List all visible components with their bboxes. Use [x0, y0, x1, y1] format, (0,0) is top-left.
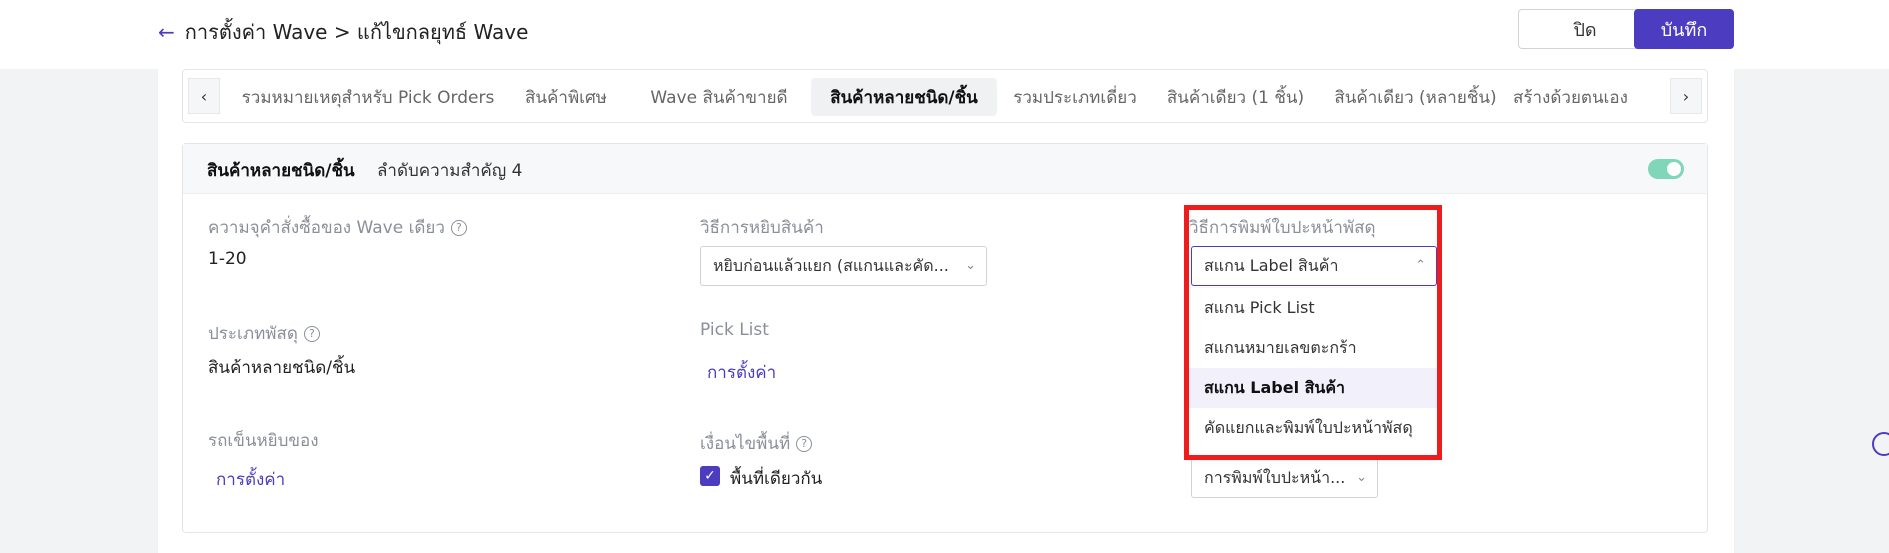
help-icon[interactable]: ? — [796, 435, 813, 452]
cart-label: รถเข็นหยิบของ — [208, 431, 319, 451]
capacity-value: 1-20 — [208, 249, 247, 269]
chevron-down-icon: ⌄ — [1356, 470, 1367, 485]
tab-single-type[interactable]: รวมประเภทเดี่ยว — [1005, 78, 1145, 116]
option-scan-basket[interactable]: สแกนหมายเลขตะกร้า — [1189, 328, 1437, 368]
chevron-left-icon[interactable]: ‹ — [188, 78, 220, 114]
print-method-select[interactable]: สแกน Label สินค้า ⌃ — [1191, 246, 1437, 286]
enable-toggle[interactable] — [1648, 159, 1684, 179]
parcel-type-value: สินค้าหลายชนิด/ชิ้น — [208, 358, 356, 378]
same-area-checkbox[interactable]: ✓ — [700, 466, 720, 486]
strategy-card: สินค้าหลายชนิด/ชิ้น ลำดับความสำคัญ 4 — [182, 143, 1708, 533]
option-scan-label[interactable]: สแกน Label สินค้า — [1189, 368, 1437, 408]
help-icon[interactable]: ? — [303, 325, 320, 342]
same-area-label: พื้นที่เดียวกัน — [730, 469, 823, 489]
cart-settings-link[interactable]: การตั้งค่า — [216, 466, 285, 493]
card-header: สินค้าหลายชนิด/ชิ้น ลำดับความสำคัญ 4 — [183, 144, 1707, 194]
tab-single-one[interactable]: สินค้าเดียว (1 ชิ้น) — [1153, 78, 1318, 116]
print-method-dropdown: สแกน Pick List สแกนหมายเลขตะกร้า สแกน La… — [1189, 288, 1437, 456]
page-header: ← การตั้งค่า Wave > แก้ไขกลยุทธ์ Wave ปิ… — [0, 0, 1889, 69]
pick-method-select[interactable]: หยิบก่อนแล้วแยก (สแกนและคัด... ⌄ — [700, 246, 987, 286]
parcel-type-label: ประเภทพัสดุ ? — [208, 320, 320, 347]
print-method-label: วิธีการพิมพ์ใบปะหน้าพัสดุ — [1189, 218, 1376, 238]
pick-list-settings-link[interactable]: การตั้งค่า — [707, 359, 776, 386]
tab-special-items[interactable]: สินค้าพิเศษ — [511, 78, 621, 116]
pick-list-label: Pick List — [700, 320, 769, 340]
tab-pick-order-notes[interactable]: รวมหมายเหตุสำหรับ Pick Orders — [233, 78, 503, 116]
tab-multi-item[interactable]: สินค้าหลายชนิด/ชิ้น — [811, 78, 997, 116]
priority-text: ลำดับความสำคัญ 4 — [377, 161, 523, 181]
circle-icon[interactable] — [1872, 432, 1889, 456]
arrow-left-icon[interactable]: ← — [158, 20, 175, 44]
option-sort-and-print[interactable]: คัดแยกและพิมพ์ใบปะหน้าพัสดุ — [1189, 408, 1437, 448]
card-title: สินค้าหลายชนิด/ชิ้น — [207, 161, 355, 181]
tab-manual[interactable]: สร้างด้วยตนเอง — [1513, 78, 1668, 116]
tab-bestseller-wave[interactable]: Wave สินค้าขายดี — [629, 78, 809, 116]
back-link[interactable]: ← การตั้งค่า Wave > แก้ไขกลยุทธ์ Wave — [158, 16, 528, 48]
chevron-right-icon[interactable]: › — [1670, 78, 1702, 114]
chevron-up-icon: ⌃ — [1415, 258, 1426, 273]
close-button[interactable]: ปิด — [1518, 9, 1652, 49]
strategy-tabs: ‹ รวมหมายเหตุสำหรับ Pick Orders สินค้าพิ… — [182, 69, 1708, 123]
option-scan-pick-list[interactable]: สแกน Pick List — [1189, 288, 1437, 328]
help-icon[interactable]: ? — [450, 219, 467, 236]
breadcrumb: การตั้งค่า Wave > แก้ไขกลยุทธ์ Wave — [184, 20, 529, 44]
area-label: เงื่อนไขพื้นที่ ? — [700, 430, 813, 457]
tab-single-multi[interactable]: สินค้าเดียว (หลายชิ้น) — [1323, 78, 1508, 116]
chevron-down-icon: ⌄ — [965, 258, 976, 273]
pick-method-label: วิธีการหยิบสินค้า — [700, 218, 824, 238]
save-button[interactable]: บันทึก — [1634, 9, 1734, 49]
capacity-label: ความจุคำสั่งซื้อของ Wave เดียว ? — [208, 214, 467, 241]
print-option-select[interactable]: การพิมพ์ใบปะหน้า... ⌄ — [1191, 458, 1378, 498]
